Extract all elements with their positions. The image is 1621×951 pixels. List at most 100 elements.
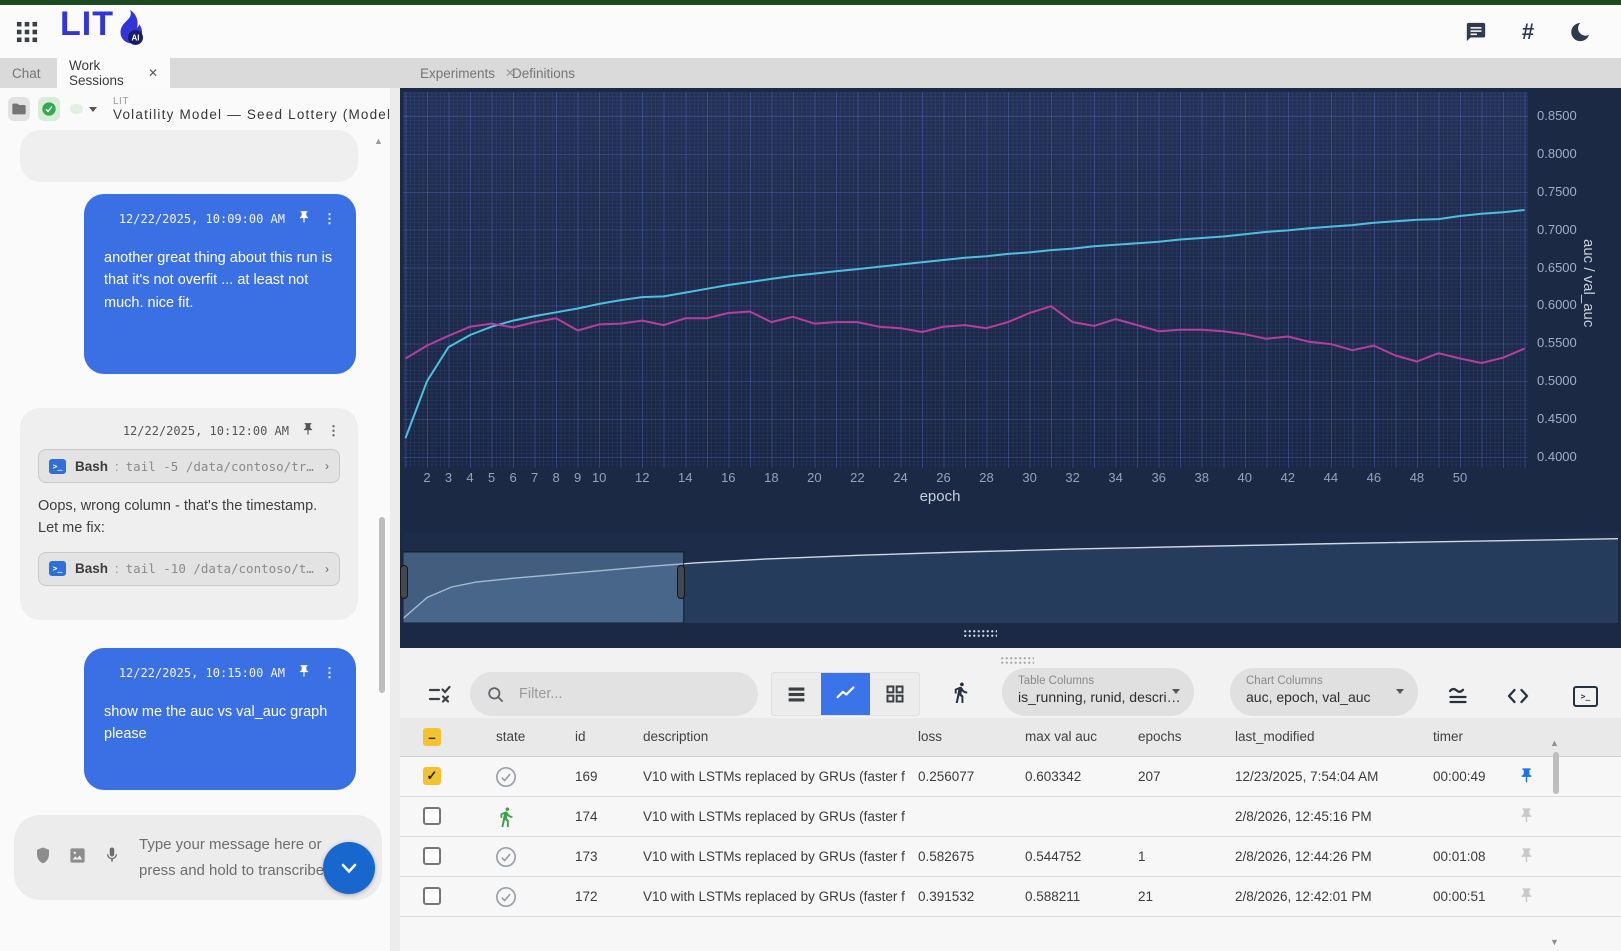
apps-grid-icon[interactable] <box>16 21 38 43</box>
pin-icon[interactable] <box>301 422 315 439</box>
y-tick-label: 0.4500 <box>1537 411 1585 426</box>
tab-close-icon[interactable]: ✕ <box>148 66 158 80</box>
state-running-icon <box>495 806 517 828</box>
table-scroll-up-icon[interactable]: ▲ <box>1550 738 1559 748</box>
terminal-icon[interactable]: >_ <box>1573 686 1598 707</box>
message-menu-icon[interactable]: ⋮ <box>323 665 336 681</box>
app-logo[interactable]: LIT AI <box>60 9 148 54</box>
shield-icon[interactable] <box>34 846 52 869</box>
session-toggle[interactable] <box>70 104 83 114</box>
table-row-172[interactable]: 172V10 with LSTMs replaced by GRUs (fast… <box>400 877 1621 917</box>
message-menu-icon[interactable]: ⋮ <box>323 211 336 227</box>
state-done-icon <box>495 886 517 908</box>
table-row-partial <box>400 917 1621 951</box>
row-pin-icon[interactable] <box>1518 807 1536 825</box>
select-all-checkbox[interactable]: – <box>423 728 441 746</box>
table-row-173[interactable]: 173V10 with LSTMs replaced by GRUs (fast… <box>400 837 1621 877</box>
cell-description: V10 with LSTMs replaced by GRUs (faster … <box>643 889 905 904</box>
session-app-label: LIT <box>113 96 390 107</box>
hash-grid-icon[interactable]: # <box>1517 21 1539 43</box>
minimap-left-handle[interactable] <box>400 565 408 599</box>
approx-equal-icon[interactable] <box>1446 683 1470 712</box>
input-icons <box>34 846 121 870</box>
session-dropdown-caret[interactable] <box>89 107 97 112</box>
list-view-button[interactable] <box>772 673 821 715</box>
scroll-to-bottom-button[interactable] <box>323 842 375 894</box>
x-tick-label: 38 <box>1187 470 1217 485</box>
tab-label: Experiments <box>420 66 495 81</box>
y-tick-label: 0.6000 <box>1537 297 1585 312</box>
resize-handle-dots[interactable] <box>963 629 997 638</box>
row-checkbox[interactable] <box>423 807 441 825</box>
tool-command: tail -10 /data/contoso/t… <box>126 561 319 576</box>
cell-id: 174 <box>575 809 598 824</box>
row-pin-icon[interactable] <box>1518 767 1536 785</box>
y-tick-label: 0.6500 <box>1537 260 1585 275</box>
tool-name: Bash <box>75 459 108 474</box>
grid-view-button[interactable] <box>870 673 919 715</box>
chevron-down-icon <box>1396 689 1404 694</box>
filter-rules-icon[interactable] <box>428 683 452 712</box>
state-done-icon <box>495 846 517 868</box>
bash-command-chip[interactable]: >_ Bash : tail -5 /data/contoso/tr… › <box>38 449 340 483</box>
table-scroll-down-icon[interactable]: ▼ <box>1550 937 1559 947</box>
row-pin-icon[interactable] <box>1518 887 1536 905</box>
session-title: Volatility Model — Seed Lottery (Model A… <box>113 107 390 122</box>
auc-chart-plot[interactable] <box>403 92 1528 468</box>
state-done-icon <box>495 766 517 788</box>
chevron-right-icon[interactable]: › <box>325 562 329 576</box>
message-header: 12/22/2025, 10:12:00 AM ⋮ <box>38 422 340 439</box>
pin-icon[interactable] <box>297 664 311 681</box>
chat-message-list[interactable]: 12/22/2025, 10:09:00 AM ⋮ another great … <box>0 130 390 815</box>
code-brackets-icon[interactable] <box>1506 684 1530 713</box>
table-columns-select[interactable]: Table Columns is_running, runid, descri… <box>1002 668 1194 716</box>
chart-columns-select[interactable]: Chart Columns auc, epoch, val_auc <box>1230 668 1418 716</box>
column-header-max-val-auc[interactable]: max val auc <box>1025 729 1097 744</box>
table-row-174[interactable]: 174V10 with LSTMs replaced by GRUs (fast… <box>400 797 1621 837</box>
column-header-last_modified[interactable]: last_modified <box>1235 729 1315 744</box>
tab-definitions[interactable]: Definitions <box>500 58 587 88</box>
bash-command-chip[interactable]: >_ Bash : tail -10 /data/contoso/t… › <box>38 552 340 586</box>
chart-view-button-selected[interactable] <box>821 673 870 715</box>
y-tick-label: 0.8000 <box>1537 146 1585 161</box>
minimap-right-handle[interactable] <box>677 565 685 599</box>
cell-last_modified: 12/23/2025, 7:54:04 AM <box>1235 769 1378 784</box>
feedback-chat-icon[interactable] <box>1465 21 1487 43</box>
x-tick-label: 28 <box>972 470 1002 485</box>
resize-handle-dots[interactable] <box>1000 656 1034 665</box>
pin-icon[interactable] <box>297 210 311 227</box>
chat-scrollbar-thumb[interactable] <box>379 517 385 693</box>
x-tick-label: 36 <box>1144 470 1174 485</box>
view-mode-segmented-control <box>771 672 920 716</box>
tab-label: Definitions <box>512 66 575 81</box>
row-checkbox[interactable] <box>423 887 441 905</box>
experiments-toolbar: Filter... Table Columns is_running, runi… <box>400 648 1621 718</box>
column-header-epochs[interactable]: epochs <box>1138 729 1182 744</box>
tab-chat[interactable]: Chat <box>0 58 53 88</box>
column-header-id[interactable]: id <box>575 729 586 744</box>
table-row-169[interactable]: ✓169V10 with LSTMs replaced by GRUs (fas… <box>400 757 1621 797</box>
row-checkbox[interactable]: ✓ <box>423 767 441 785</box>
image-icon[interactable] <box>68 846 87 870</box>
runner-icon[interactable] <box>949 681 972 709</box>
folder-button[interactable] <box>8 97 30 121</box>
filter-search-field[interactable]: Filter... <box>470 672 758 716</box>
column-header-description[interactable]: description <box>643 729 708 744</box>
message-input-placeholder[interactable]: Type your message here or press and hold… <box>139 832 344 883</box>
column-header-timer[interactable]: timer <box>1433 729 1463 744</box>
select-label: Chart Columns <box>1246 675 1404 687</box>
row-checkbox[interactable] <box>423 847 441 865</box>
tab-work-sessions[interactable]: Work Sessions ✕ <box>57 58 170 88</box>
chevron-right-icon[interactable]: › <box>325 459 329 473</box>
row-pin-icon[interactable] <box>1518 847 1536 865</box>
dark-mode-moon-icon[interactable] <box>1569 21 1591 43</box>
chart-minimap[interactable] <box>403 533 1618 623</box>
message-menu-icon[interactable]: ⋮ <box>327 423 340 439</box>
panel-splitter[interactable] <box>390 88 400 951</box>
table-scrollbar-thumb[interactable] <box>1553 752 1559 794</box>
status-check-badge[interactable] <box>38 97 60 121</box>
column-header-state[interactable]: state <box>496 729 525 744</box>
column-header-loss[interactable]: loss <box>918 729 942 744</box>
scroll-up-arrow-icon[interactable]: ▲ <box>374 136 383 146</box>
microphone-icon[interactable] <box>103 846 121 869</box>
